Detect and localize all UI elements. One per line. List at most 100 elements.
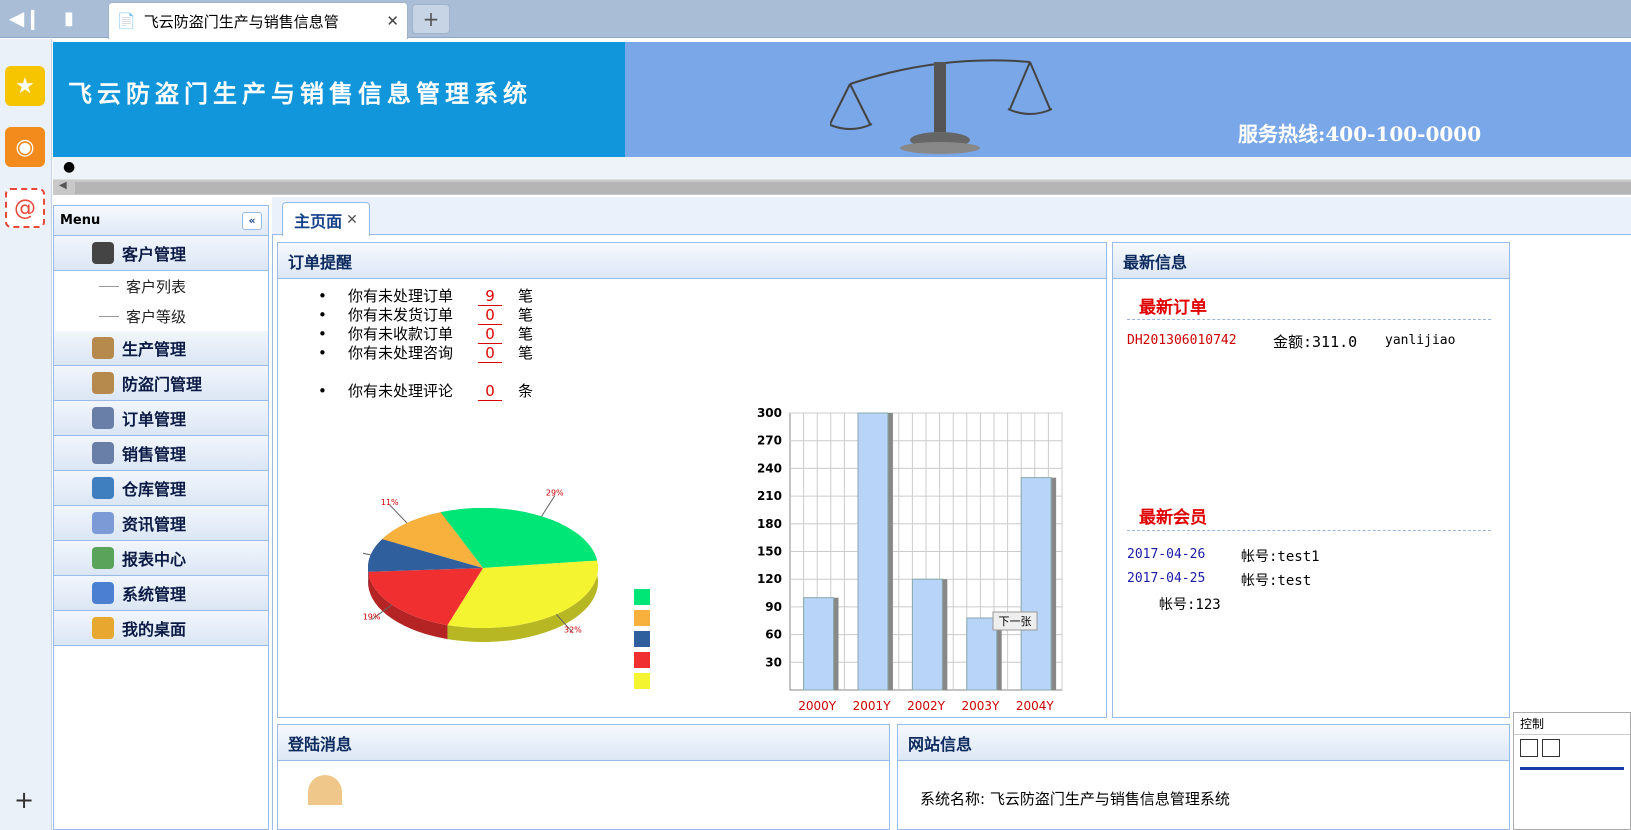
menu-group-label: 资讯管理 [122,515,187,534]
y-tick-label: 180 [757,517,782,531]
scrollbar-thumb[interactable] [75,182,1631,194]
menu-subitem[interactable]: 客户等级 [54,301,268,331]
email-icon[interactable]: @ [5,188,45,228]
website-info-panel: 网站信息 系统名称: 飞云防盗门生产与销售信息管理系统 [897,724,1510,830]
menu-group-3[interactable]: 订单管理 [54,401,268,436]
menu-group-0[interactable]: 客户管理 [54,236,268,271]
pie-label: 32% [564,626,582,635]
add-icon[interactable]: + [14,786,34,814]
customer-icon [92,242,114,264]
collapse-menu-button[interactable]: « [242,211,262,230]
tab-main-page[interactable]: 主页面 ✕ [282,202,370,236]
bar [857,412,889,691]
tag-icon [92,512,114,534]
menu-group-label: 仓库管理 [122,480,187,499]
divider [1127,319,1491,320]
document-icon: 📄 [117,12,136,30]
latest-orders-heading: 最新订单 [1139,298,1207,318]
bar [1020,477,1052,691]
users-icon [92,582,114,604]
bar-shadow [1051,477,1057,690]
horizontal-scrollbar[interactable]: ◀ [53,179,1631,195]
warehouse-icon [92,477,114,499]
control-title: 控制 [1514,713,1630,735]
browser-tab[interactable]: 📄 飞云防盗门生产与销售信息管 ✕ [108,2,408,39]
pie-leader-line [389,504,408,524]
system-name: 系统名称: 飞云防盗门生产与销售信息管理系统 [920,790,1230,808]
reminder-item: 你有未处理评论0条 [318,382,533,401]
control-button[interactable] [1520,739,1538,757]
menu-group-1[interactable]: 生产管理 [54,331,268,366]
legend-swatch [634,610,650,626]
y-tick-label: 210 [757,489,782,503]
control-progress [1520,767,1624,770]
close-tab-icon[interactable]: ✕ [386,12,399,30]
menu-group-8[interactable]: 系统管理 [54,576,268,611]
latest-info-panel: 最新信息 最新订单 DH201306010742 金额:311.0 yanlij… [1112,242,1510,718]
bar-shadow [833,597,839,690]
menu-subitem[interactable]: 客户列表 [54,271,268,301]
favorites-star-icon[interactable]: ★ [5,66,45,106]
content-tab-bar [272,197,1631,235]
pie-leader-line [363,552,371,556]
scale-icon [830,59,1053,154]
control-button[interactable] [1542,739,1560,757]
website-info-title: 网站信息 [898,725,1509,761]
menu-group-5[interactable]: 仓库管理 [54,471,268,506]
pie-label: 29% [546,489,564,498]
login-message-panel: 登陆消息 [277,724,890,830]
bar-shadow [887,413,893,690]
menu-group-4[interactable]: 销售管理 [54,436,268,471]
menu-group-9[interactable]: 我的桌面 [54,611,268,646]
user-card-icon [92,407,114,429]
control-panel: 控制 [1513,712,1631,830]
menu-group-2[interactable]: 防盗门管理 [54,366,268,401]
order-reminder-panel: 订单提醒 你有未处理订单9笔 你有未发货订单0笔 你有未收款订单0笔 你有未处理… [277,242,1107,718]
pie-chart: 29%32%19%9%11% [363,489,598,642]
pie-label: 19% [363,612,381,621]
scroll-left-icon[interactable]: ◀ [59,180,67,191]
menu-group-6[interactable]: 资讯管理 [54,506,268,541]
weibo-icon[interactable]: ◉ [5,127,45,167]
menu-group-label: 报表中心 [122,550,187,569]
menu-group-label: 订单管理 [122,410,187,429]
page-icon[interactable]: ▮ [52,4,86,32]
y-tick-label: 90 [765,600,782,614]
user-card-icon [92,442,114,464]
back-icon[interactable]: ◀❙ [8,4,42,32]
member-date-link[interactable]: 2017-04-26 [1127,547,1205,562]
bar [803,597,835,691]
member-date-link[interactable]: 2017-04-25 [1127,571,1205,586]
menu-header: Menu « [54,206,268,236]
order-user: yanlijiao [1385,333,1456,348]
order-amount: 金额:311.0 [1273,333,1358,351]
menu-group-label: 销售管理 [122,445,187,464]
order-reminder-list: 你有未处理订单9笔 你有未发货订单0笔 你有未收款订单0笔 你有未处理咨询0笔 … [318,287,533,401]
y-tick-label: 300 [757,406,782,420]
menu-group-label: 系统管理 [122,585,187,604]
close-tab-icon[interactable]: ✕ [346,212,358,228]
menu-title: Menu [60,213,101,228]
bar [911,578,943,691]
avatar [308,775,342,805]
login-message-title: 登陆消息 [278,725,889,761]
y-tick-label: 60 [765,628,782,642]
pie-leader-line [541,495,556,517]
pie-label: 11% [381,498,399,507]
order-id-link[interactable]: DH201306010742 [1127,333,1237,348]
menu-group-7[interactable]: 报表中心 [54,541,268,576]
y-tick-label: 150 [757,545,782,559]
reminder-item: 你有未收款订单0笔 [318,325,533,344]
bar [966,617,998,691]
y-tick-label: 270 [757,434,782,448]
new-tab-button[interactable]: + [412,4,450,34]
x-tick-label: 2003Y [961,699,1000,713]
service-hotline: 服务热线:400-100-0000 [1238,122,1482,146]
divider [1127,530,1491,531]
browser-tab-title: 飞云防盗门生产与销售信息管 [143,12,339,31]
system-title: 飞云防盗门生产与销售信息管理系统 [68,79,532,108]
report-icon [92,547,114,569]
menu-group-label: 防盗门管理 [122,375,203,394]
order-reminder-title: 订单提醒 [278,243,1106,279]
y-tick-label: 240 [757,461,782,475]
